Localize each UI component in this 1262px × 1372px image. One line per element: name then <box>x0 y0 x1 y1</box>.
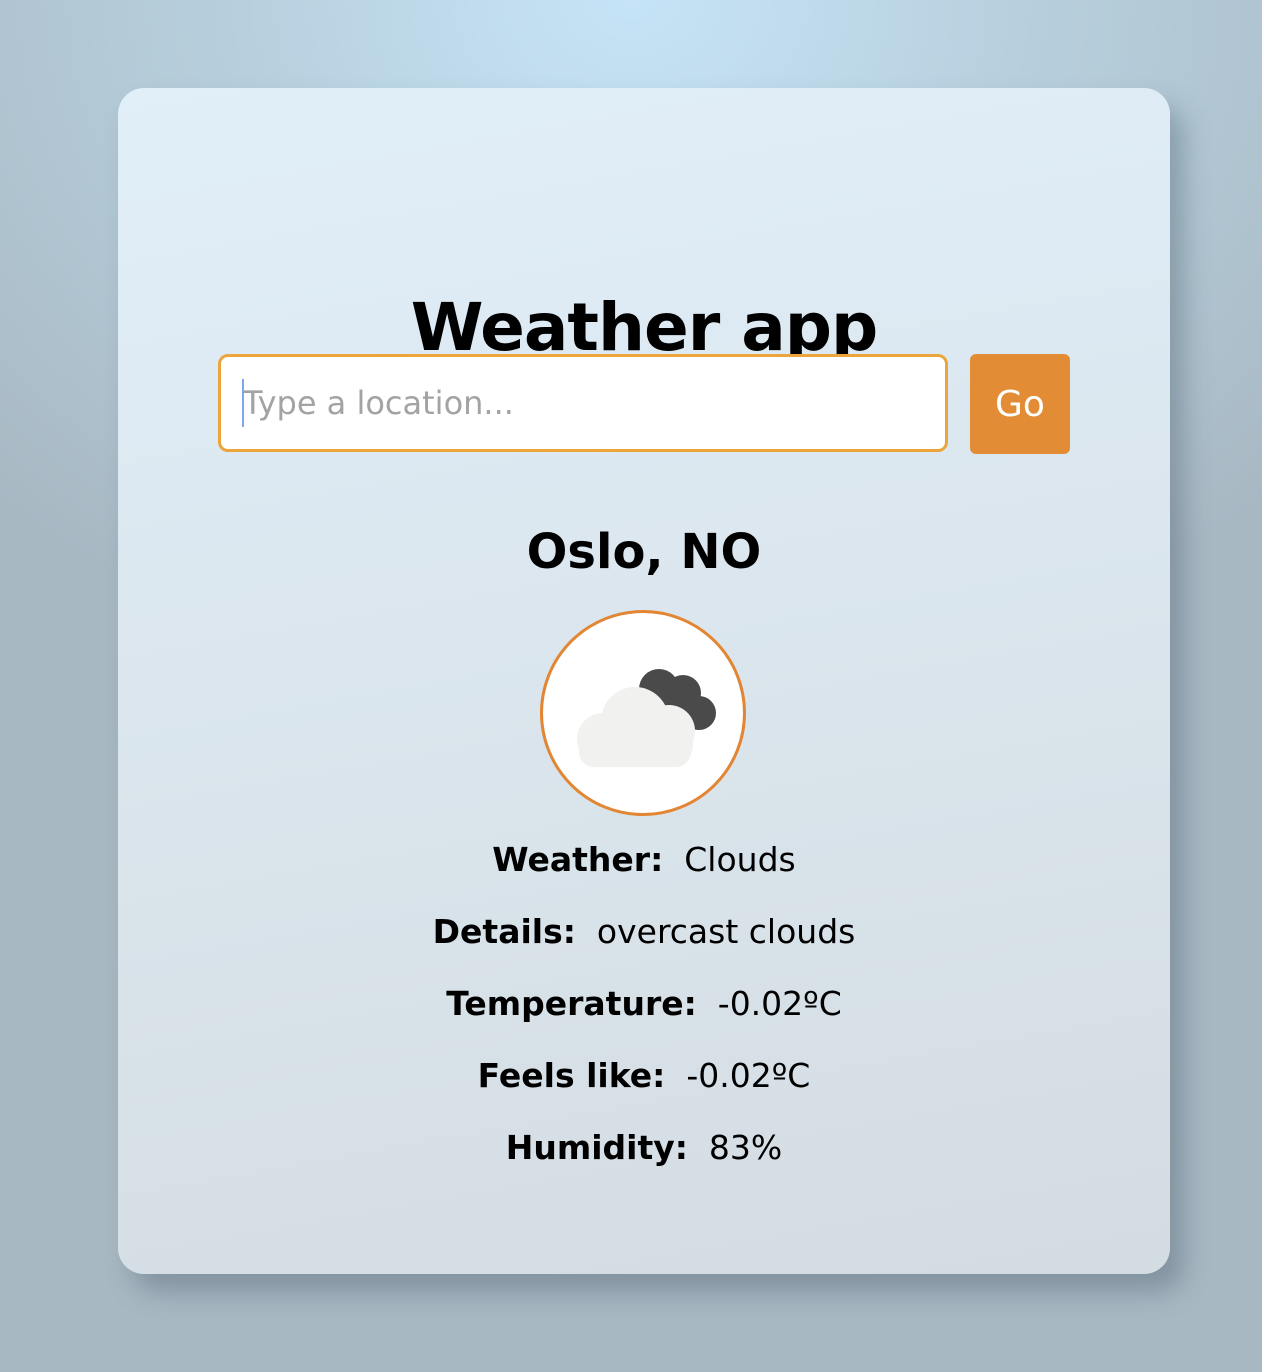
detail-label: Humidity: <box>505 1128 688 1167</box>
detail-label: Weather: <box>492 840 664 879</box>
detail-label: Details: <box>432 912 576 951</box>
detail-row-temperature: Temperature: -0.02ºC <box>118 976 1170 1048</box>
detail-value: -0.02ºC <box>717 984 842 1023</box>
weather-icon-frame <box>540 610 746 816</box>
weather-card: Weather app Go Oslo, NO <box>118 88 1170 1274</box>
detail-value: Clouds <box>684 840 796 879</box>
overcast-clouds-icon <box>577 669 716 767</box>
location-name: Oslo, NO <box>526 524 762 580</box>
detail-value: overcast clouds <box>596 912 856 951</box>
detail-row-feels-like: Feels like: -0.02ºC <box>118 1048 1170 1120</box>
weather-details: Weather: Clouds Details: overcast clouds… <box>118 832 1170 1192</box>
detail-row-humidity: Humidity: 83% <box>118 1120 1170 1192</box>
text-caret <box>242 379 244 427</box>
detail-label: Feels like: <box>477 1056 666 1095</box>
detail-value: -0.02ºC <box>686 1056 811 1095</box>
detail-row-weather: Weather: Clouds <box>118 832 1170 904</box>
go-button[interactable]: Go <box>970 354 1070 454</box>
detail-label: Temperature: <box>446 984 697 1023</box>
location-search-input[interactable] <box>218 354 948 452</box>
detail-row-description: Details: overcast clouds <box>118 904 1170 976</box>
detail-value: 83% <box>708 1128 783 1167</box>
